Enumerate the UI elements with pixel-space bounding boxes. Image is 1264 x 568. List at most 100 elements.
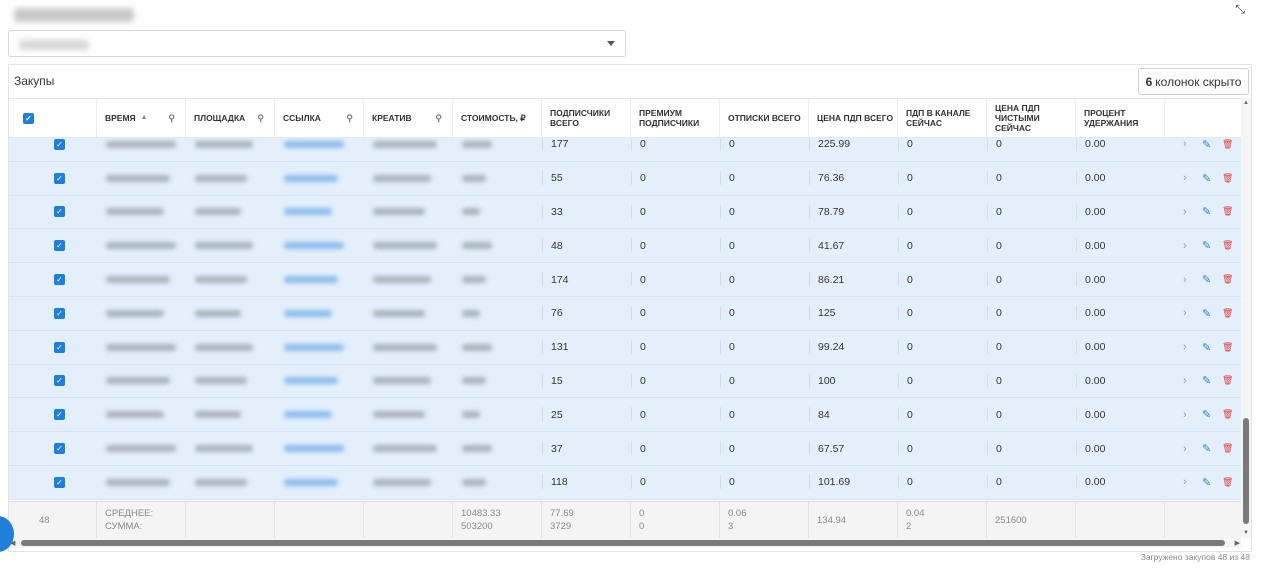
pencil-icon[interactable]: ✎ <box>1202 331 1211 364</box>
row-checkbox[interactable]: ✓ <box>45 466 65 499</box>
chevron-right-icon[interactable]: › <box>1183 331 1187 364</box>
blurred-cell[interactable] <box>275 466 338 499</box>
search-icon[interactable]: ⚲ <box>257 113 264 123</box>
table-row[interactable]: ✓ 118 0 0 101.69 0 0 0.00 › ✎ 🗑 <box>9 466 1241 500</box>
trash-icon[interactable]: 🗑 <box>1222 229 1233 262</box>
column-time[interactable]: Время ▲ ⚲ <box>97 99 186 137</box>
hidden-columns-button[interactable]: 6 колонок скрыто <box>1138 68 1249 95</box>
trash-icon[interactable]: 🗑 <box>1222 196 1233 229</box>
blurred-cell[interactable] <box>275 263 338 296</box>
blurred-cell[interactable] <box>275 162 338 195</box>
checkbox-checked-icon[interactable]: ✓ <box>54 375 65 387</box>
horizontal-scrollbar[interactable]: ◀ ▶ <box>9 538 1241 548</box>
row-checkbox[interactable]: ✓ <box>45 297 65 330</box>
chevron-right-icon[interactable]: › <box>1183 365 1187 398</box>
checkbox-checked-icon[interactable]: ✓ <box>54 240 65 252</box>
scroll-right-icon[interactable]: ▶ <box>1235 539 1240 547</box>
column-cpf-net[interactable]: Цена ПДП чистыми сейчас <box>987 99 1076 137</box>
vertical-scrollbar[interactable]: ▲ ▼ <box>1241 98 1251 538</box>
table-row[interactable]: ✓ 174 0 0 86.21 0 0 0.00 › ✎ 🗑 <box>9 263 1241 297</box>
checkbox-checked-icon[interactable]: ✓ <box>54 443 65 455</box>
table-row[interactable]: ✓ 76 0 0 125 0 0 0.00 › ✎ 🗑 <box>9 297 1241 331</box>
table-row[interactable]: ✓ 37 0 0 67.57 0 0 0.00 › ✎ 🗑 <box>9 432 1241 466</box>
chevron-right-icon[interactable]: › <box>1183 398 1187 431</box>
search-icon[interactable]: ⚲ <box>435 113 442 123</box>
column-link[interactable]: Ссылка ⚲ <box>275 99 364 137</box>
checkbox-checked-icon[interactable]: ✓ <box>54 409 65 421</box>
chevron-right-icon[interactable]: › <box>1183 229 1187 262</box>
row-checkbox[interactable]: ✓ <box>45 196 65 229</box>
column-unsubs[interactable]: Отписки всего <box>720 99 809 137</box>
checkbox-checked-icon[interactable]: ✓ <box>54 206 65 218</box>
column-cpf[interactable]: Цена ПДП всего <box>809 99 898 137</box>
sort-asc-icon[interactable]: ▲ <box>141 113 148 123</box>
row-checkbox[interactable]: ✓ <box>45 138 65 161</box>
table-row[interactable]: ✓ 33 0 0 78.79 0 0 0.00 › ✎ 🗑 <box>9 195 1241 230</box>
blurred-cell[interactable] <box>275 432 344 465</box>
row-checkbox[interactable]: ✓ <box>45 229 65 262</box>
column-creative[interactable]: Креатив ⚲ <box>364 99 453 137</box>
trash-icon[interactable]: 🗑 <box>1222 162 1233 195</box>
chevron-right-icon[interactable]: › <box>1183 432 1187 465</box>
horizontal-scroll-thumb[interactable] <box>21 540 1225 546</box>
row-checkbox[interactable]: ✓ <box>45 263 65 296</box>
column-in-channel[interactable]: ПДП в канале сейчас <box>898 99 987 137</box>
chevron-right-icon[interactable]: › <box>1183 162 1187 195</box>
trash-icon[interactable]: 🗑 <box>1222 398 1233 431</box>
trash-icon[interactable]: 🗑 <box>1222 331 1233 364</box>
column-premium[interactable]: Премиум подписчики <box>631 99 720 137</box>
trash-icon[interactable]: 🗑 <box>1222 263 1233 296</box>
row-checkbox[interactable]: ✓ <box>45 432 65 465</box>
search-icon[interactable]: ⚲ <box>346 113 353 123</box>
row-checkbox[interactable]: ✓ <box>45 162 65 195</box>
table-row[interactable]: ✓ 177 0 0 225.99 0 0 0.00 › ✎ 🗑 <box>9 138 1241 162</box>
pencil-icon[interactable]: ✎ <box>1202 138 1211 161</box>
checkbox-checked-icon[interactable]: ✓ <box>54 476 65 488</box>
chevron-right-icon[interactable]: › <box>1183 263 1187 296</box>
column-subs[interactable]: Подписчики всего <box>542 99 631 137</box>
checkbox-checked-icon[interactable]: ✓ <box>23 112 34 124</box>
pencil-icon[interactable]: ✎ <box>1202 263 1211 296</box>
checkbox-checked-icon[interactable]: ✓ <box>54 274 65 286</box>
trash-icon[interactable]: 🗑 <box>1222 365 1233 398</box>
blurred-cell[interactable] <box>275 196 332 229</box>
blurred-cell[interactable] <box>275 365 338 398</box>
row-checkbox[interactable]: ✓ <box>45 398 65 431</box>
blurred-cell[interactable] <box>275 138 344 161</box>
pencil-icon[interactable]: ✎ <box>1202 229 1211 262</box>
table-row[interactable]: ✓ 55 0 0 76.36 0 0 0.00 › ✎ 🗑 <box>9 161 1241 196</box>
collapse-icon[interactable]: ⤡ <box>1228 0 1252 18</box>
column-retention[interactable]: Процент удержания <box>1076 99 1165 137</box>
table-row[interactable]: ✓ 15 0 0 100 0 0 0.00 › ✎ 🗑 <box>9 364 1241 399</box>
pencil-icon[interactable]: ✎ <box>1202 466 1211 499</box>
pencil-icon[interactable]: ✎ <box>1202 196 1211 229</box>
pencil-icon[interactable]: ✎ <box>1202 297 1211 330</box>
chevron-right-icon[interactable]: › <box>1183 138 1187 161</box>
trash-icon[interactable]: 🗑 <box>1222 138 1233 161</box>
row-checkbox[interactable]: ✓ <box>45 331 65 364</box>
table-row[interactable]: ✓ 25 0 0 84 0 0 0.00 › ✎ 🗑 <box>9 398 1241 433</box>
search-icon[interactable]: ⚲ <box>168 113 175 123</box>
project-select[interactable] <box>8 30 626 57</box>
blurred-cell[interactable] <box>275 229 344 262</box>
checkbox-checked-icon[interactable]: ✓ <box>54 307 65 319</box>
chevron-right-icon[interactable]: › <box>1183 297 1187 330</box>
column-cost[interactable]: Стоимость, ₽ <box>453 99 542 137</box>
checkbox-checked-icon[interactable]: ✓ <box>54 138 65 150</box>
table-row[interactable]: ✓ 48 0 0 41.67 0 0 0.00 › ✎ 🗑 <box>9 229 1241 264</box>
blurred-cell[interactable] <box>275 398 332 431</box>
blurred-cell[interactable] <box>275 297 332 330</box>
checkbox-checked-icon[interactable]: ✓ <box>54 172 65 184</box>
trash-icon[interactable]: 🗑 <box>1222 297 1233 330</box>
vertical-scroll-thumb[interactable] <box>1243 418 1249 524</box>
row-checkbox[interactable]: ✓ <box>45 365 65 398</box>
pencil-icon[interactable]: ✎ <box>1202 398 1211 431</box>
trash-icon[interactable]: 🗑 <box>1222 466 1233 499</box>
table-row[interactable]: ✓ 131 0 0 99.24 0 0 0.00 › ✎ 🗑 <box>9 330 1241 365</box>
checkbox-checked-icon[interactable]: ✓ <box>54 341 65 353</box>
pencil-icon[interactable]: ✎ <box>1202 432 1211 465</box>
trash-icon[interactable]: 🗑 <box>1222 432 1233 465</box>
chevron-right-icon[interactable]: › <box>1183 466 1187 499</box>
pencil-icon[interactable]: ✎ <box>1202 365 1211 398</box>
header-select-all[interactable]: ✓ <box>9 99 97 137</box>
